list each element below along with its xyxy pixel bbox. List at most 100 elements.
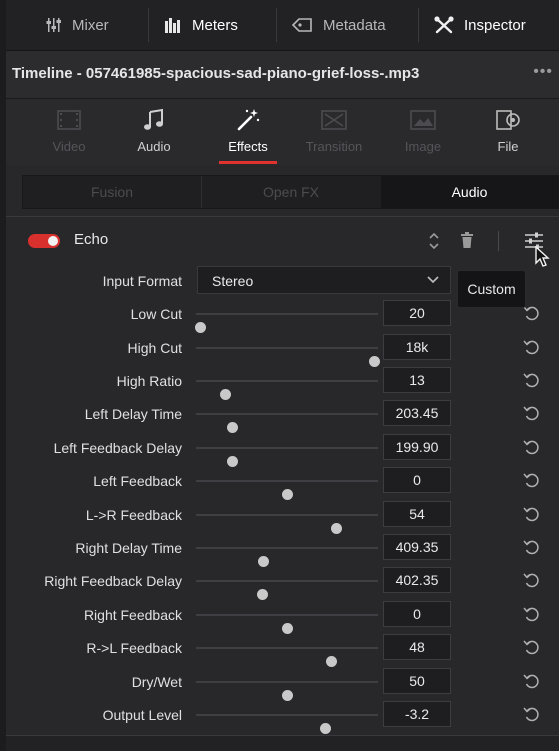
param-value-field[interactable]: 203.45: [383, 400, 451, 426]
meters-label: Meters: [192, 16, 238, 34]
param-row: Output Level -3.2: [6, 700, 559, 734]
trash-icon[interactable]: [460, 232, 474, 254]
param-slider-track[interactable]: [196, 347, 381, 367]
param-row: Right Delay Time 409.35: [6, 533, 559, 567]
param-label: Left Feedback: [93, 473, 182, 489]
mixer-icon: [46, 17, 62, 33]
tab-transition-label: Transition: [305, 139, 363, 154]
param-value-field[interactable]: 0: [383, 601, 451, 627]
param-slider-track[interactable]: [196, 380, 378, 400]
param-slider-track[interactable]: [196, 614, 378, 634]
param-slider-track[interactable]: [196, 714, 378, 734]
custom-tooltip: Custom: [457, 270, 526, 308]
reset-icon[interactable]: [522, 538, 542, 558]
param-value-field[interactable]: -3.2: [383, 701, 451, 727]
magic-wand-icon: [213, 107, 283, 133]
param-value-field[interactable]: 402.35: [383, 567, 451, 593]
chevron-down-icon: [426, 272, 440, 291]
param-slider-track[interactable]: [196, 413, 378, 433]
effect-name: Echo: [74, 231, 109, 248]
param-label: High Ratio: [116, 373, 182, 389]
reset-icon[interactable]: [522, 505, 542, 525]
tab-image[interactable]: Image: [388, 107, 458, 154]
bottom-bar: [6, 735, 559, 751]
collapse-chevron-icon[interactable]: [428, 231, 440, 256]
tab-audio-label: Audio: [137, 139, 171, 154]
param-row: Right Feedback 0: [6, 600, 559, 634]
effect-header: Echo: [6, 225, 559, 257]
meters-icon: [164, 17, 182, 33]
subtab-audio[interactable]: Audio: [381, 176, 558, 208]
tab-video-label: Video: [52, 139, 86, 154]
param-slider-track[interactable]: [196, 514, 378, 534]
param-slider-knob[interactable]: [256, 589, 268, 600]
param-label: Right Feedback Delay: [44, 573, 182, 589]
param-row: Left Feedback Delay 199.90: [6, 433, 559, 467]
param-label: High Cut: [127, 340, 182, 356]
meters-button[interactable]: Meters: [164, 0, 238, 50]
reset-icon[interactable]: [522, 371, 542, 391]
image-icon: [388, 107, 458, 133]
param-slider-track[interactable]: [196, 480, 378, 500]
tab-video[interactable]: Video: [34, 107, 104, 154]
divider: [418, 8, 419, 42]
reset-icon[interactable]: [522, 404, 542, 424]
reset-icon[interactable]: [522, 705, 542, 725]
subtab-openfx[interactable]: Open FX: [202, 176, 380, 208]
effect-enable-toggle[interactable]: [28, 234, 60, 248]
reset-icon[interactable]: [522, 571, 542, 591]
reset-icon[interactable]: [522, 438, 542, 458]
reset-icon[interactable]: [522, 471, 542, 491]
reset-icon[interactable]: [522, 605, 542, 625]
param-slider-knob[interactable]: [320, 723, 332, 734]
tab-effects[interactable]: Effects: [213, 107, 283, 154]
param-slider-knob[interactable]: [227, 422, 239, 433]
param-slider-knob[interactable]: [194, 322, 206, 333]
metadata-button[interactable]: Metadata: [291, 0, 386, 50]
param-slider-track[interactable]: [196, 681, 378, 701]
tab-image-label: Image: [404, 139, 442, 154]
param-slider-track[interactable]: [196, 447, 378, 467]
param-value-field[interactable]: 48: [383, 634, 451, 660]
param-value-field[interactable]: 18k: [383, 334, 451, 360]
more-options-button[interactable]: •••: [533, 63, 553, 81]
active-tab-indicator: [219, 161, 277, 164]
divider: [148, 8, 149, 42]
divider: [6, 216, 559, 217]
param-row: Left Feedback 0: [6, 466, 559, 500]
tab-audio[interactable]: Audio: [119, 107, 189, 154]
param-value-field[interactable]: 20: [383, 300, 451, 326]
top-toolbar: Mixer Meters Metadata Inspector: [6, 0, 559, 51]
metadata-label: Metadata: [323, 16, 386, 34]
category-tabs: Video Audio Effects Transition Image Fil…: [6, 99, 559, 165]
param-slider-track[interactable]: [196, 580, 378, 600]
param-slider-track[interactable]: [196, 547, 378, 567]
input-format-select[interactable]: Stereo: [197, 266, 451, 294]
param-row: High Ratio 13: [6, 366, 559, 400]
param-slider-track[interactable]: [194, 313, 378, 333]
inspector-button[interactable]: Inspector: [434, 0, 526, 50]
param-value-field[interactable]: 199.90: [383, 434, 451, 460]
param-value-field[interactable]: 54: [383, 501, 451, 527]
reset-icon[interactable]: [522, 338, 542, 358]
param-value-field[interactable]: 0: [383, 467, 451, 493]
reset-icon[interactable]: [522, 672, 542, 692]
param-value-field[interactable]: 13: [383, 367, 451, 393]
divider: [276, 8, 277, 42]
param-slider-track[interactable]: [196, 647, 378, 667]
param-label: Output Level: [102, 707, 182, 723]
param-value-field[interactable]: 50: [383, 668, 451, 694]
mixer-label: Mixer: [72, 16, 109, 34]
param-value-field[interactable]: 409.35: [383, 534, 451, 560]
param-slider-knob[interactable]: [325, 656, 337, 667]
param-slider-knob[interactable]: [282, 489, 293, 500]
tab-transition[interactable]: Transition: [299, 107, 369, 154]
reset-icon[interactable]: [522, 638, 542, 658]
param-label: Dry/Wet: [131, 674, 182, 690]
mixer-button[interactable]: Mixer: [46, 0, 109, 50]
tab-file[interactable]: File: [473, 107, 543, 154]
inspector-panel: Mixer Meters Metadata Inspector Timeline…: [6, 0, 559, 751]
subtab-fusion[interactable]: Fusion: [23, 176, 201, 208]
param-label: Low Cut: [130, 306, 182, 322]
inspector-tools-icon: [434, 16, 454, 34]
